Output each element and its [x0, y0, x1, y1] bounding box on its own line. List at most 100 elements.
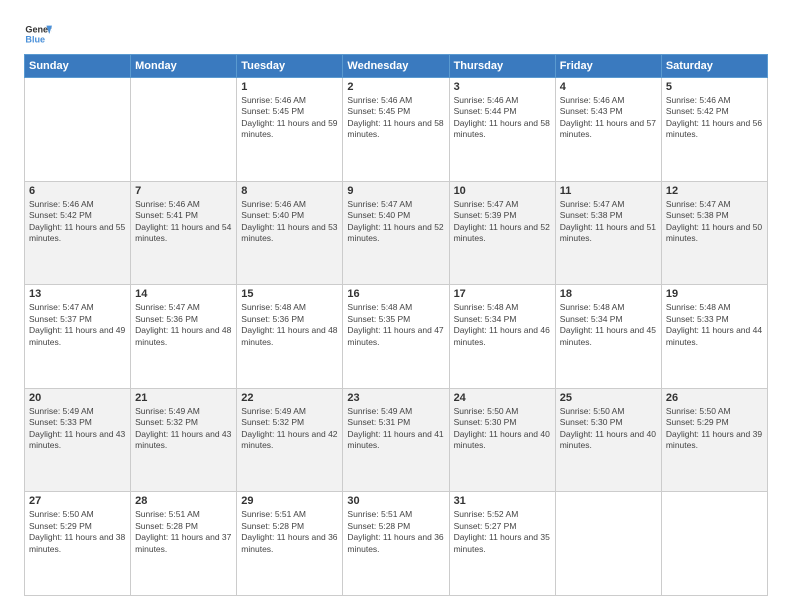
calendar-cell: 26Sunrise: 5:50 AM Sunset: 5:29 PM Dayli… — [661, 388, 767, 492]
day-number: 21 — [135, 392, 232, 404]
calendar-cell: 22 Sunrise: 5:49 AM Sunset: 5:32 PM Dayli… — [237, 388, 343, 492]
svg-text:Blue: Blue — [25, 34, 45, 44]
logo: General Blue — [24, 20, 52, 48]
calendar-cell: 3 Sunrise: 5:46 AM Sunset: 5:44 PM Daylig… — [449, 78, 555, 182]
calendar-cell: 15Sunrise: 5:48 AM Sunset: 5:36 PM Dayli… — [237, 285, 343, 389]
day-number: 7 — [135, 185, 232, 197]
day-number: 30 — [347, 495, 444, 507]
day-number: 22 — [241, 392, 338, 404]
weekday-header-monday: Monday — [131, 55, 237, 78]
day-number: 20 — [29, 392, 126, 404]
week-row-5: 27Sunrise: 5:50 AM Sunset: 5:29 PM Dayli… — [25, 492, 768, 596]
week-row-3: 13 Sunrise: 5:47 AM Sunset: 5:37 PM Dayli… — [25, 285, 768, 389]
calendar-cell — [661, 492, 767, 596]
calendar-cell: 17 Sunrise: 5:48 AM Sunset: 5:34 PM Dayli… — [449, 285, 555, 389]
calendar-cell: 4 Sunrise: 5:46 AM Sunset: 5:43 PM Daylig… — [555, 78, 661, 182]
day-number: 16 — [347, 288, 444, 300]
calendar-cell: 8 Sunrise: 5:46 AM Sunset: 5:40 PM Daylig… — [237, 181, 343, 285]
calendar-cell — [25, 78, 131, 182]
calendar-cell: 25 Sunrise: 5:50 AM Sunset: 5:30 PM Dayli… — [555, 388, 661, 492]
day-info: Sunrise: 5:51 AM Sunset: 5:28 PM Dayligh… — [241, 509, 338, 555]
day-number: 19 — [666, 288, 763, 300]
weekday-header-row: SundayMondayTuesdayWednesdayThursdayFrid… — [25, 55, 768, 78]
calendar-cell: 28Sunrise: 5:51 AM Sunset: 5:28 PM Dayli… — [131, 492, 237, 596]
day-info: Sunrise: 5:47 AM Sunset: 5:39 PM Dayligh… — [454, 199, 551, 245]
day-number: 25 — [560, 392, 657, 404]
header: General Blue — [24, 20, 768, 48]
weekday-header-friday: Friday — [555, 55, 661, 78]
day-info: Sunrise: 5:46 AM Sunset: 5:40 PM Dayligh… — [241, 199, 338, 245]
day-number: 12 — [666, 185, 763, 197]
calendar-cell: 13 Sunrise: 5:47 AM Sunset: 5:37 PM Dayli… — [25, 285, 131, 389]
day-info: Sunrise: 5:47 AM Sunset: 5:37 PM Dayligh… — [29, 302, 126, 348]
day-number: 24 — [454, 392, 551, 404]
calendar-cell: 27Sunrise: 5:50 AM Sunset: 5:29 PM Dayli… — [25, 492, 131, 596]
day-info: Sunrise: 5:47 AM Sunset: 5:40 PM Dayligh… — [347, 199, 444, 245]
day-number: 2 — [347, 81, 444, 93]
weekday-header-tuesday: Tuesday — [237, 55, 343, 78]
calendar-cell: 7Sunrise: 5:46 AM Sunset: 5:41 PM Daylig… — [131, 181, 237, 285]
calendar-cell: 10 Sunrise: 5:47 AM Sunset: 5:39 PM Dayli… — [449, 181, 555, 285]
day-number: 4 — [560, 81, 657, 93]
calendar-cell: 9 Sunrise: 5:47 AM Sunset: 5:40 PM Daylig… — [343, 181, 449, 285]
calendar-cell: 29 Sunrise: 5:51 AM Sunset: 5:28 PM Dayli… — [237, 492, 343, 596]
day-info: Sunrise: 5:46 AM Sunset: 5:43 PM Dayligh… — [560, 95, 657, 141]
day-number: 9 — [347, 185, 444, 197]
day-info: Sunrise: 5:48 AM Sunset: 5:36 PM Dayligh… — [241, 302, 338, 348]
week-row-1: 1 Sunrise: 5:46 AM Sunset: 5:45 PM Daylig… — [25, 78, 768, 182]
calendar-cell: 16Sunrise: 5:48 AM Sunset: 5:35 PM Dayli… — [343, 285, 449, 389]
calendar-cell: 30 Sunrise: 5:51 AM Sunset: 5:28 PM Dayli… — [343, 492, 449, 596]
day-info: Sunrise: 5:46 AM Sunset: 5:45 PM Dayligh… — [347, 95, 444, 141]
calendar-cell — [131, 78, 237, 182]
day-info: Sunrise: 5:49 AM Sunset: 5:32 PM Dayligh… — [135, 406, 232, 452]
day-info: Sunrise: 5:49 AM Sunset: 5:31 PM Dayligh… — [347, 406, 444, 452]
calendar-cell: 19 Sunrise: 5:48 AM Sunset: 5:33 PM Dayli… — [661, 285, 767, 389]
day-info: Sunrise: 5:51 AM Sunset: 5:28 PM Dayligh… — [347, 509, 444, 555]
week-row-2: 6Sunrise: 5:46 AM Sunset: 5:42 PM Daylig… — [25, 181, 768, 285]
logo-icon: General Blue — [24, 20, 52, 48]
day-number: 1 — [241, 81, 338, 93]
calendar-cell: 24 Sunrise: 5:50 AM Sunset: 5:30 PM Dayli… — [449, 388, 555, 492]
day-number: 5 — [666, 81, 763, 93]
calendar-cell: 1 Sunrise: 5:46 AM Sunset: 5:45 PM Daylig… — [237, 78, 343, 182]
day-number: 3 — [454, 81, 551, 93]
day-info: Sunrise: 5:50 AM Sunset: 5:30 PM Dayligh… — [454, 406, 551, 452]
day-info: Sunrise: 5:47 AM Sunset: 5:38 PM Dayligh… — [666, 199, 763, 245]
day-info: Sunrise: 5:48 AM Sunset: 5:34 PM Dayligh… — [454, 302, 551, 348]
calendar-cell: 6Sunrise: 5:46 AM Sunset: 5:42 PM Daylig… — [25, 181, 131, 285]
day-info: Sunrise: 5:46 AM Sunset: 5:45 PM Dayligh… — [241, 95, 338, 141]
calendar-cell: 21 Sunrise: 5:49 AM Sunset: 5:32 PM Dayli… — [131, 388, 237, 492]
day-info: Sunrise: 5:48 AM Sunset: 5:34 PM Dayligh… — [560, 302, 657, 348]
week-row-4: 20 Sunrise: 5:49 AM Sunset: 5:33 PM Dayli… — [25, 388, 768, 492]
calendar-cell: 23 Sunrise: 5:49 AM Sunset: 5:31 PM Dayli… — [343, 388, 449, 492]
calendar-cell: 18Sunrise: 5:48 AM Sunset: 5:34 PM Dayli… — [555, 285, 661, 389]
day-number: 28 — [135, 495, 232, 507]
day-number: 17 — [454, 288, 551, 300]
day-info: Sunrise: 5:50 AM Sunset: 5:29 PM Dayligh… — [29, 509, 126, 555]
day-number: 14 — [135, 288, 232, 300]
day-info: Sunrise: 5:49 AM Sunset: 5:32 PM Dayligh… — [241, 406, 338, 452]
day-info: Sunrise: 5:46 AM Sunset: 5:42 PM Dayligh… — [29, 199, 126, 245]
day-info: Sunrise: 5:47 AM Sunset: 5:38 PM Dayligh… — [560, 199, 657, 245]
day-number: 11 — [560, 185, 657, 197]
calendar-cell: 12 Sunrise: 5:47 AM Sunset: 5:38 PM Dayli… — [661, 181, 767, 285]
calendar-table: SundayMondayTuesdayWednesdayThursdayFrid… — [24, 54, 768, 596]
day-info: Sunrise: 5:46 AM Sunset: 5:42 PM Dayligh… — [666, 95, 763, 141]
calendar-cell: 2 Sunrise: 5:46 AM Sunset: 5:45 PM Daylig… — [343, 78, 449, 182]
day-number: 29 — [241, 495, 338, 507]
day-number: 23 — [347, 392, 444, 404]
day-number: 13 — [29, 288, 126, 300]
page: General Blue SundayMondayTuesdayWednesda… — [0, 0, 792, 612]
weekday-header-thursday: Thursday — [449, 55, 555, 78]
day-number: 10 — [454, 185, 551, 197]
calendar-cell — [555, 492, 661, 596]
day-info: Sunrise: 5:48 AM Sunset: 5:33 PM Dayligh… — [666, 302, 763, 348]
calendar-cell: 31Sunrise: 5:52 AM Sunset: 5:27 PM Dayli… — [449, 492, 555, 596]
day-info: Sunrise: 5:50 AM Sunset: 5:30 PM Dayligh… — [560, 406, 657, 452]
day-info: Sunrise: 5:50 AM Sunset: 5:29 PM Dayligh… — [666, 406, 763, 452]
day-info: Sunrise: 5:49 AM Sunset: 5:33 PM Dayligh… — [29, 406, 126, 452]
day-number: 8 — [241, 185, 338, 197]
day-info: Sunrise: 5:46 AM Sunset: 5:44 PM Dayligh… — [454, 95, 551, 141]
calendar-cell: 11 Sunrise: 5:47 AM Sunset: 5:38 PM Dayli… — [555, 181, 661, 285]
calendar-cell: 5 Sunrise: 5:46 AM Sunset: 5:42 PM Daylig… — [661, 78, 767, 182]
